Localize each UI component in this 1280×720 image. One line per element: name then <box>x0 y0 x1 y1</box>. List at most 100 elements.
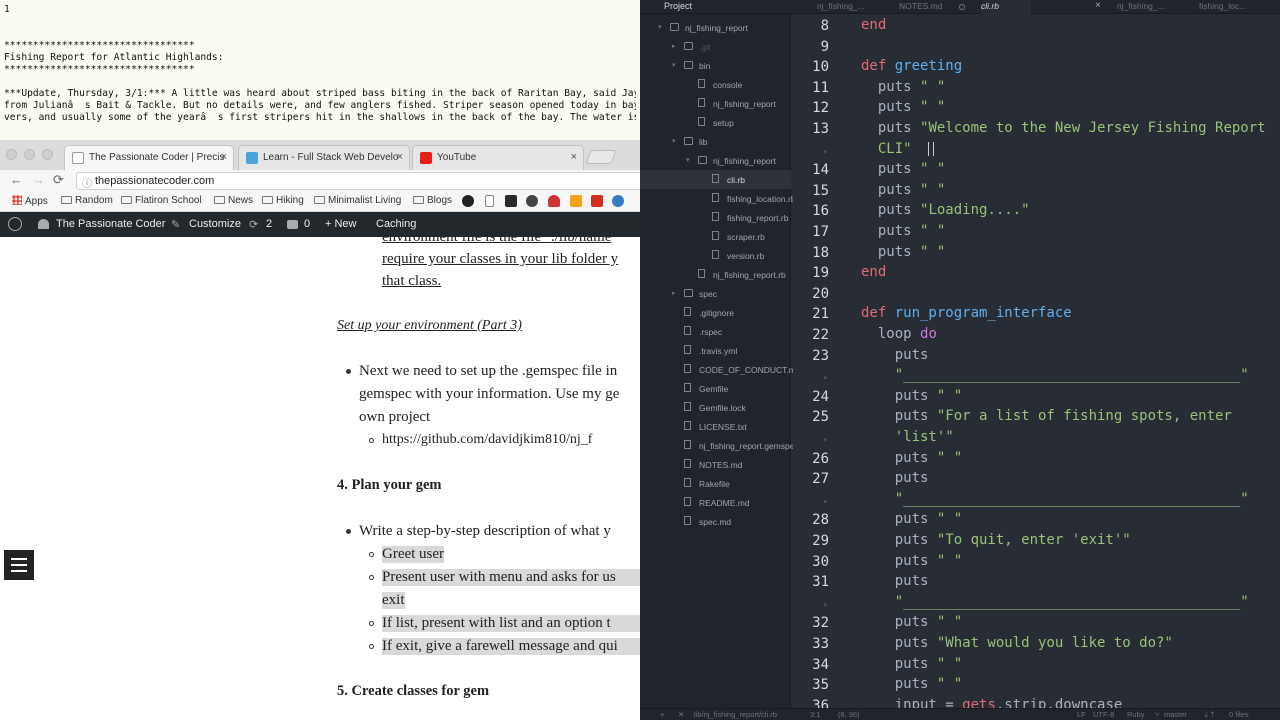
tree-item[interactable]: ▸ spec <box>640 284 791 303</box>
chrome-tab-learn[interactable]: Learn - Full Stack Web Develo × <box>238 145 410 170</box>
menu-hamburger-icon[interactable] <box>4 550 34 580</box>
tree-item[interactable]: nj_fishing_report.gemspec <box>640 436 799 455</box>
project-panel-title[interactable]: Project <box>640 0 791 14</box>
status-grammar[interactable]: Ruby <box>1127 710 1145 719</box>
bookmark-red-icon[interactable] <box>591 195 603 207</box>
chevron-right-icon[interactable]: ▸ <box>672 42 676 50</box>
close-window-icon[interactable] <box>6 149 17 160</box>
close-icon[interactable]: ✕ <box>678 710 684 719</box>
tree-item[interactable]: README.md <box>640 493 791 512</box>
status-line-ending[interactable]: LF <box>1077 710 1086 719</box>
tree-item[interactable]: nj_fishing_report.rb <box>640 265 791 284</box>
status-branch[interactable]: master <box>1164 710 1187 719</box>
tree-item[interactable]: scraper.rb <box>640 227 791 246</box>
amazon-icon[interactable] <box>570 195 582 207</box>
tree-item[interactable]: .rspec <box>640 322 791 341</box>
code-line: puts " " <box>861 674 962 694</box>
file-icon <box>684 383 691 392</box>
editor-tab[interactable]: fishing_loc... <box>1199 0 1259 14</box>
tree-item[interactable]: ▾ nj_fishing_report <box>640 151 791 170</box>
tree-item[interactable]: Gemfile.lock <box>640 398 791 417</box>
wp-updates-count[interactable]: 2 <box>266 218 272 230</box>
forward-icon[interactable]: → <box>32 172 45 187</box>
close-tab-icon[interactable]: × <box>1095 0 1101 11</box>
tree-item[interactable]: ▾ nj_fishing_report <box>640 18 791 37</box>
wordpress-logo-icon[interactable] <box>8 217 22 231</box>
url-bar[interactable]: ⓘ thepassionatecoder.com <box>76 172 640 190</box>
line-number: 10 <box>812 59 829 76</box>
wp-new[interactable]: + New <box>325 218 357 230</box>
tree-item[interactable]: ▸ .git <box>640 37 791 56</box>
add-icon[interactable]: + <box>660 710 664 719</box>
editor-tab-notes[interactable]: NOTES.md <box>899 0 955 14</box>
arrows-icon[interactable]: ⇣⇡ <box>1203 710 1216 719</box>
bookmark-folder-hiking[interactable]: Hiking <box>262 195 304 206</box>
tree-item[interactable]: ▾ bin <box>640 56 791 75</box>
close-tab-icon[interactable]: × <box>571 151 577 163</box>
chevron-down-icon[interactable]: ▾ <box>686 156 690 164</box>
bookmark-label: Random <box>75 195 113 206</box>
status-cursor-position[interactable]: 3:1 <box>810 710 820 719</box>
editor-tab[interactable]: nj_fishing_... <box>1117 0 1177 14</box>
bookmark-folder-random[interactable]: Random <box>61 195 113 206</box>
status-file-path[interactable]: lib/nj_fishing_report/cli.rb <box>694 710 777 719</box>
close-tab-icon[interactable]: × <box>221 151 227 163</box>
code-token: loop <box>861 326 921 342</box>
site-info-icon[interactable]: ⓘ <box>82 175 92 190</box>
reload-icon[interactable]: ⟳ <box>53 172 64 188</box>
code-editor[interactable]: end def greeting puts " " puts " " puts "… <box>845 14 1280 708</box>
status-encoding[interactable]: UTF-8 <box>1093 710 1114 719</box>
terminal-output: 1 ********************************* Fishin… <box>0 0 640 140</box>
bookmark-folder-news[interactable]: News <box>214 195 253 206</box>
tree-item[interactable]: .gitignore <box>640 303 791 322</box>
chevron-right-icon[interactable]: ▸ <box>672 289 676 297</box>
editor-tab-cli[interactable]: cli.rb <box>981 0 1031 14</box>
wp-comments-count[interactable]: 0 <box>304 218 310 230</box>
chevron-down-icon[interactable]: ▾ <box>672 137 676 145</box>
bookmark-folder-minimalist[interactable]: Minimalist Living <box>314 195 401 206</box>
tree-item[interactable]: fishing_report.rb <box>640 208 791 227</box>
tree-item[interactable]: Rakefile <box>640 474 791 493</box>
tree-item[interactable]: fishing_location.rb <box>640 189 796 208</box>
bookmarklet-icon[interactable] <box>505 195 517 207</box>
new-tab-button[interactable] <box>585 150 617 164</box>
section-heading-setup[interactable]: Set up your environment (Part 3) <box>337 318 522 334</box>
tree-item[interactable]: console <box>640 75 791 94</box>
chevron-down-icon[interactable]: ▾ <box>672 61 676 69</box>
code-token: "Welcome to the New Jersey Fishing Repor… <box>920 120 1266 136</box>
tree-item[interactable]: .travis.yml <box>640 341 791 360</box>
tree-item[interactable]: setup <box>640 113 791 132</box>
tree-item[interactable]: nj_fishing_report <box>640 94 791 113</box>
blue-icon[interactable] <box>612 195 624 207</box>
chrome-tab-youtube[interactable]: YouTube × <box>412 145 584 170</box>
red-drop-icon[interactable] <box>548 195 560 207</box>
tree-item[interactable]: ▾ lib <box>640 132 791 151</box>
status-files[interactable]: 0 files <box>1229 710 1249 719</box>
wp-customize[interactable]: Customize <box>189 218 241 230</box>
tree-item[interactable]: spec.md <box>640 512 791 531</box>
tree-item[interactable]: CODE_OF_CONDUCT.md <box>640 360 801 379</box>
tree-item[interactable]: version.rb <box>640 246 791 265</box>
circle-icon[interactable] <box>526 195 538 207</box>
tree-item[interactable]: Gemfile <box>640 379 791 398</box>
chevron-down-icon[interactable]: ▾ <box>658 23 662 31</box>
bookmark-apps[interactable]: Apps <box>12 195 48 207</box>
github-icon[interactable] <box>462 195 474 207</box>
wp-caching[interactable]: Caching <box>376 218 416 230</box>
back-icon[interactable]: ← <box>10 172 23 187</box>
bookmark-folder-flatiron[interactable]: Flatiron School <box>121 195 202 206</box>
bookmark-folder-blogs[interactable]: Blogs <box>413 195 452 206</box>
page-icon[interactable] <box>485 195 494 207</box>
minimize-window-icon[interactable] <box>24 149 35 160</box>
tree-item[interactable]: NOTES.md <box>640 455 791 474</box>
tree-item[interactable]: cli.rb <box>640 170 791 189</box>
editor-tab[interactable]: nj_fishing_... <box>817 0 877 14</box>
close-tab-icon[interactable]: × <box>397 151 403 163</box>
wp-site-name[interactable]: The Passionate Coder <box>56 218 165 230</box>
tree-item[interactable]: LICENSE.txt <box>640 417 791 436</box>
github-link[interactable]: https://github.com/davidjkim810/nj_f <box>382 432 592 448</box>
text-cursor-icon <box>928 142 934 156</box>
zoom-window-icon[interactable] <box>42 149 53 160</box>
chrome-tab-passionate-coder[interactable]: The Passionate Coder | Precis × <box>64 145 234 170</box>
